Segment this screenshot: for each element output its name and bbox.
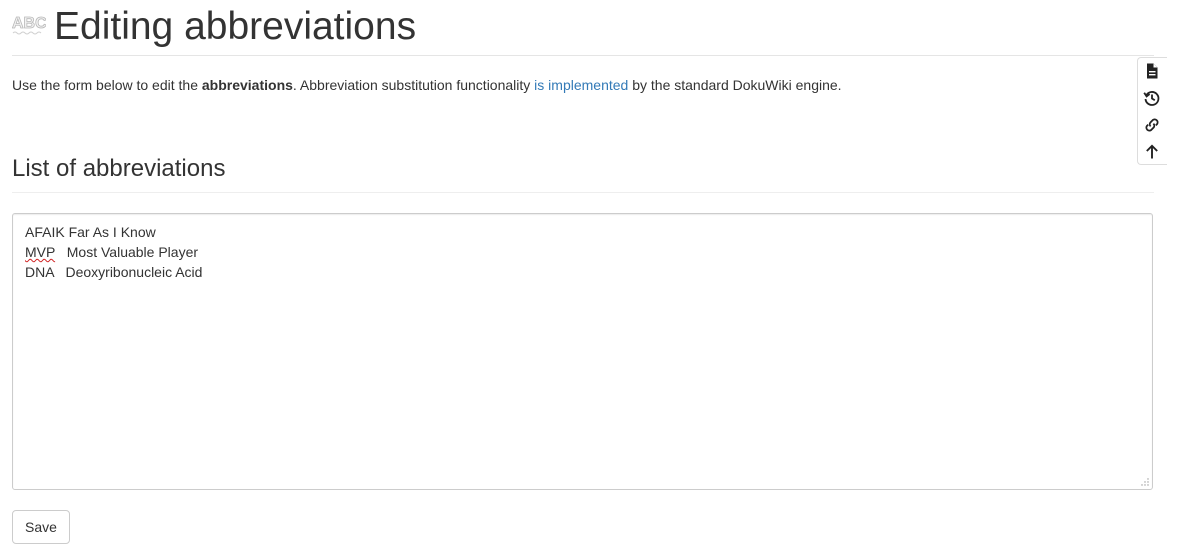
resize-grip-icon[interactable] bbox=[1141, 478, 1149, 486]
implemented-link[interactable]: is implemented bbox=[534, 77, 628, 93]
abbreviation-term: AFAIK bbox=[25, 224, 65, 240]
page-title: Editing abbreviations bbox=[54, 5, 417, 48]
abbreviation-meaning: Most Valuable Player bbox=[66, 244, 199, 260]
abbreviation-term: MVP bbox=[25, 244, 56, 260]
svg-text:ABC: ABC bbox=[12, 15, 46, 32]
old-revisions-icon[interactable] bbox=[1143, 89, 1161, 107]
abbreviation-term: DNA bbox=[25, 264, 54, 280]
intro-text: Use the form below to edit the abbreviat… bbox=[12, 77, 842, 93]
abbreviation-meaning: Far As I Know bbox=[68, 224, 156, 240]
save-button[interactable]: Save bbox=[12, 510, 70, 544]
abbreviations-textarea[interactable]: AFAIK Far As I Know MVP Most Valuable Pla… bbox=[12, 213, 1153, 490]
page-tools bbox=[1137, 57, 1167, 165]
abbreviation-meaning: Deoxyribonucleic Acid bbox=[65, 264, 203, 280]
abc-abbreviations-icon: ABC bbox=[12, 11, 48, 37]
abbreviation-line: AFAIK Far As I Know bbox=[25, 222, 1140, 242]
abbreviation-line: MVP Most Valuable Player bbox=[25, 242, 1140, 262]
back-to-top-icon[interactable] bbox=[1143, 143, 1161, 161]
intro-suffix: by the standard DokuWiki engine. bbox=[628, 77, 842, 93]
backlinks-icon[interactable] bbox=[1143, 116, 1161, 134]
show-page-icon[interactable] bbox=[1143, 62, 1161, 80]
intro-middle: . Abbreviation substitution functionalit… bbox=[292, 77, 535, 93]
abbreviations-lines: AFAIK Far As I Know MVP Most Valuable Pla… bbox=[25, 222, 1140, 282]
section-divider bbox=[12, 192, 1154, 193]
page-header: ABC Editing abbreviations bbox=[12, 4, 416, 50]
abbreviation-separator bbox=[55, 244, 67, 260]
intro-prefix: Use the form below to edit the bbox=[12, 77, 202, 93]
intro-bold: abbreviations bbox=[201, 77, 293, 93]
abbreviation-line: DNA Deoxyribonucleic Acid bbox=[25, 262, 1140, 282]
header-divider bbox=[12, 55, 1154, 56]
abbreviation-separator bbox=[54, 264, 66, 280]
section-title: List of abbreviations bbox=[12, 155, 226, 182]
